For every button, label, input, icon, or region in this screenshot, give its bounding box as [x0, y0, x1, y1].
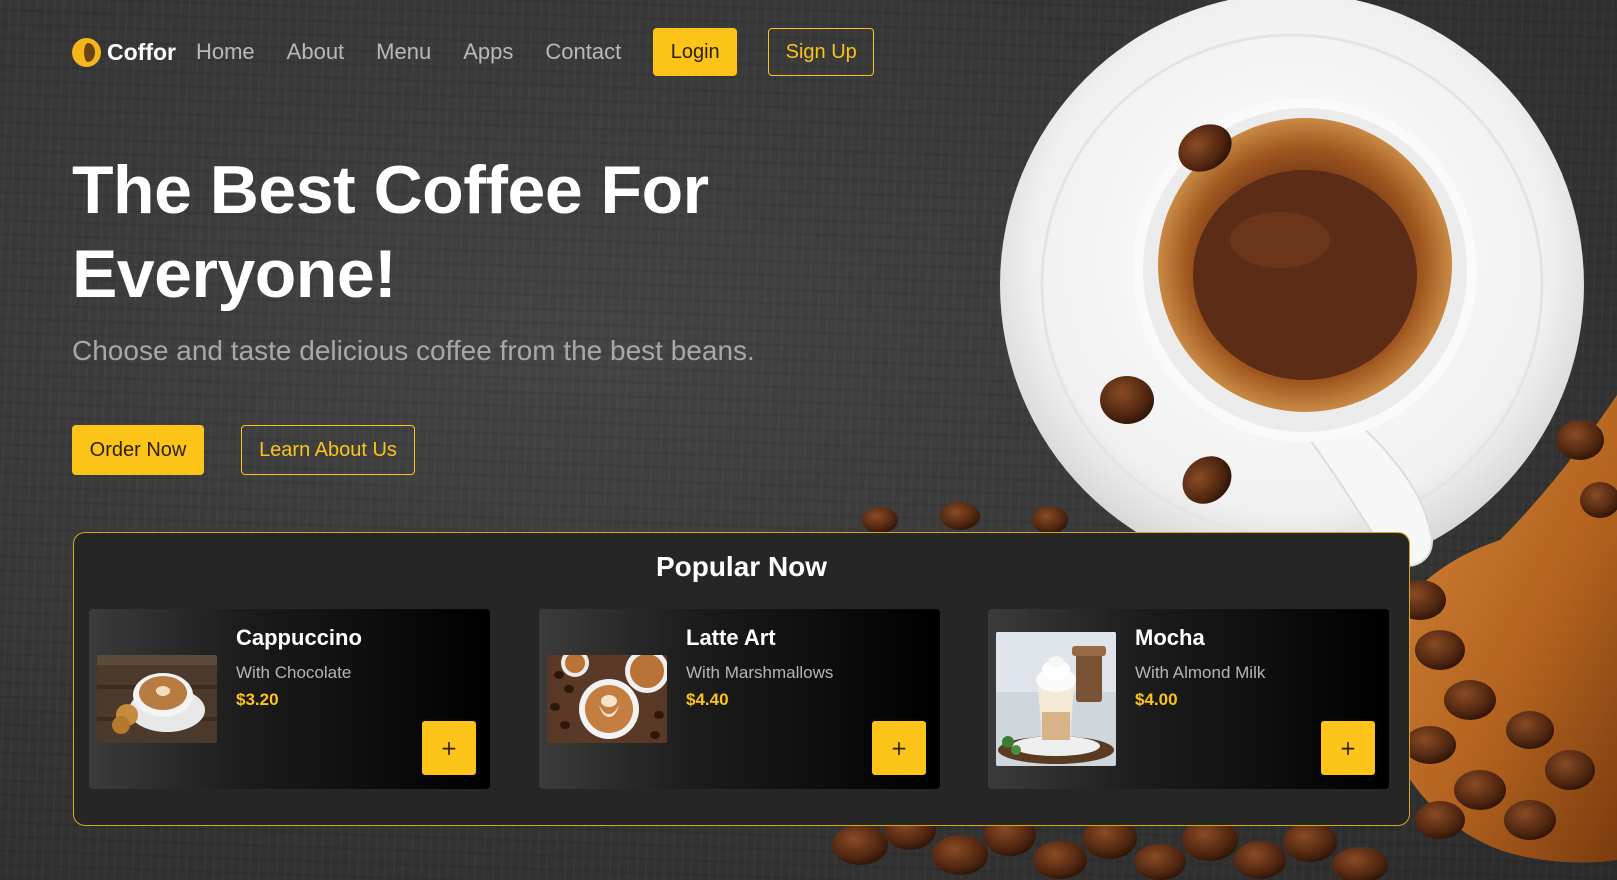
hero-background: Coffor Home About Menu Apps Contact Logi… [0, 0, 1617, 880]
nav-link-about[interactable]: About [287, 39, 345, 65]
product-name: Latte Art [686, 625, 776, 650]
nav-link-contact[interactable]: Contact [545, 39, 621, 65]
product-card-mocha[interactable]: Mocha With Almond Milk $4.00 + [988, 609, 1389, 789]
add-to-cart-button[interactable]: + [1321, 721, 1375, 775]
cappuccino-image [97, 655, 217, 743]
product-price: $3.20 [236, 690, 279, 709]
hero-subtitle: Choose and taste delicious coffee from t… [72, 335, 755, 366]
brand-name: Coffor [107, 38, 176, 65]
product-price: $4.40 [686, 690, 729, 709]
signup-button[interactable]: Sign Up [768, 28, 875, 76]
product-price: $4.00 [1135, 690, 1178, 709]
product-description: With Chocolate [236, 663, 352, 682]
popular-now-title: Popular Now [655, 551, 828, 582]
hero-title-line1: The Best Coffee For [72, 152, 709, 228]
product-card-cappuccino[interactable]: Cappuccino With Chocolate $3.20 + [89, 609, 490, 789]
top-navigation: Coffor Home About Menu Apps Contact Logi… [72, 27, 875, 77]
product-name: Mocha [1135, 625, 1205, 650]
nav-link-apps[interactable]: Apps [463, 39, 513, 65]
hero-title-line2: Everyone! [72, 236, 397, 312]
nav-link-menu[interactable]: Menu [376, 39, 431, 65]
product-description: With Almond Milk [1135, 663, 1266, 682]
product-description: With Marshmallows [686, 663, 834, 682]
add-to-cart-button[interactable]: + [422, 721, 476, 775]
product-card-latte-art[interactable]: Latte Art With Marshmallows $4.40 + [539, 609, 940, 789]
popular-now-panel: Popular Now Cappuccino With Chocolate $3… [73, 532, 1410, 826]
order-now-button[interactable]: Order Now [72, 425, 204, 475]
coffee-bean-icon [72, 37, 101, 67]
brand-logo[interactable]: Coffor [72, 37, 176, 67]
hero-title: The Best Coffee For Everyone! [72, 148, 792, 316]
login-button[interactable]: Login [653, 28, 738, 76]
latte-art-image [547, 655, 667, 743]
learn-about-us-button[interactable]: Learn About Us [241, 425, 415, 475]
add-to-cart-button[interactable]: + [872, 721, 926, 775]
nav-link-home[interactable]: Home [196, 39, 255, 65]
mocha-image [996, 632, 1116, 766]
product-name: Cappuccino [236, 625, 362, 650]
